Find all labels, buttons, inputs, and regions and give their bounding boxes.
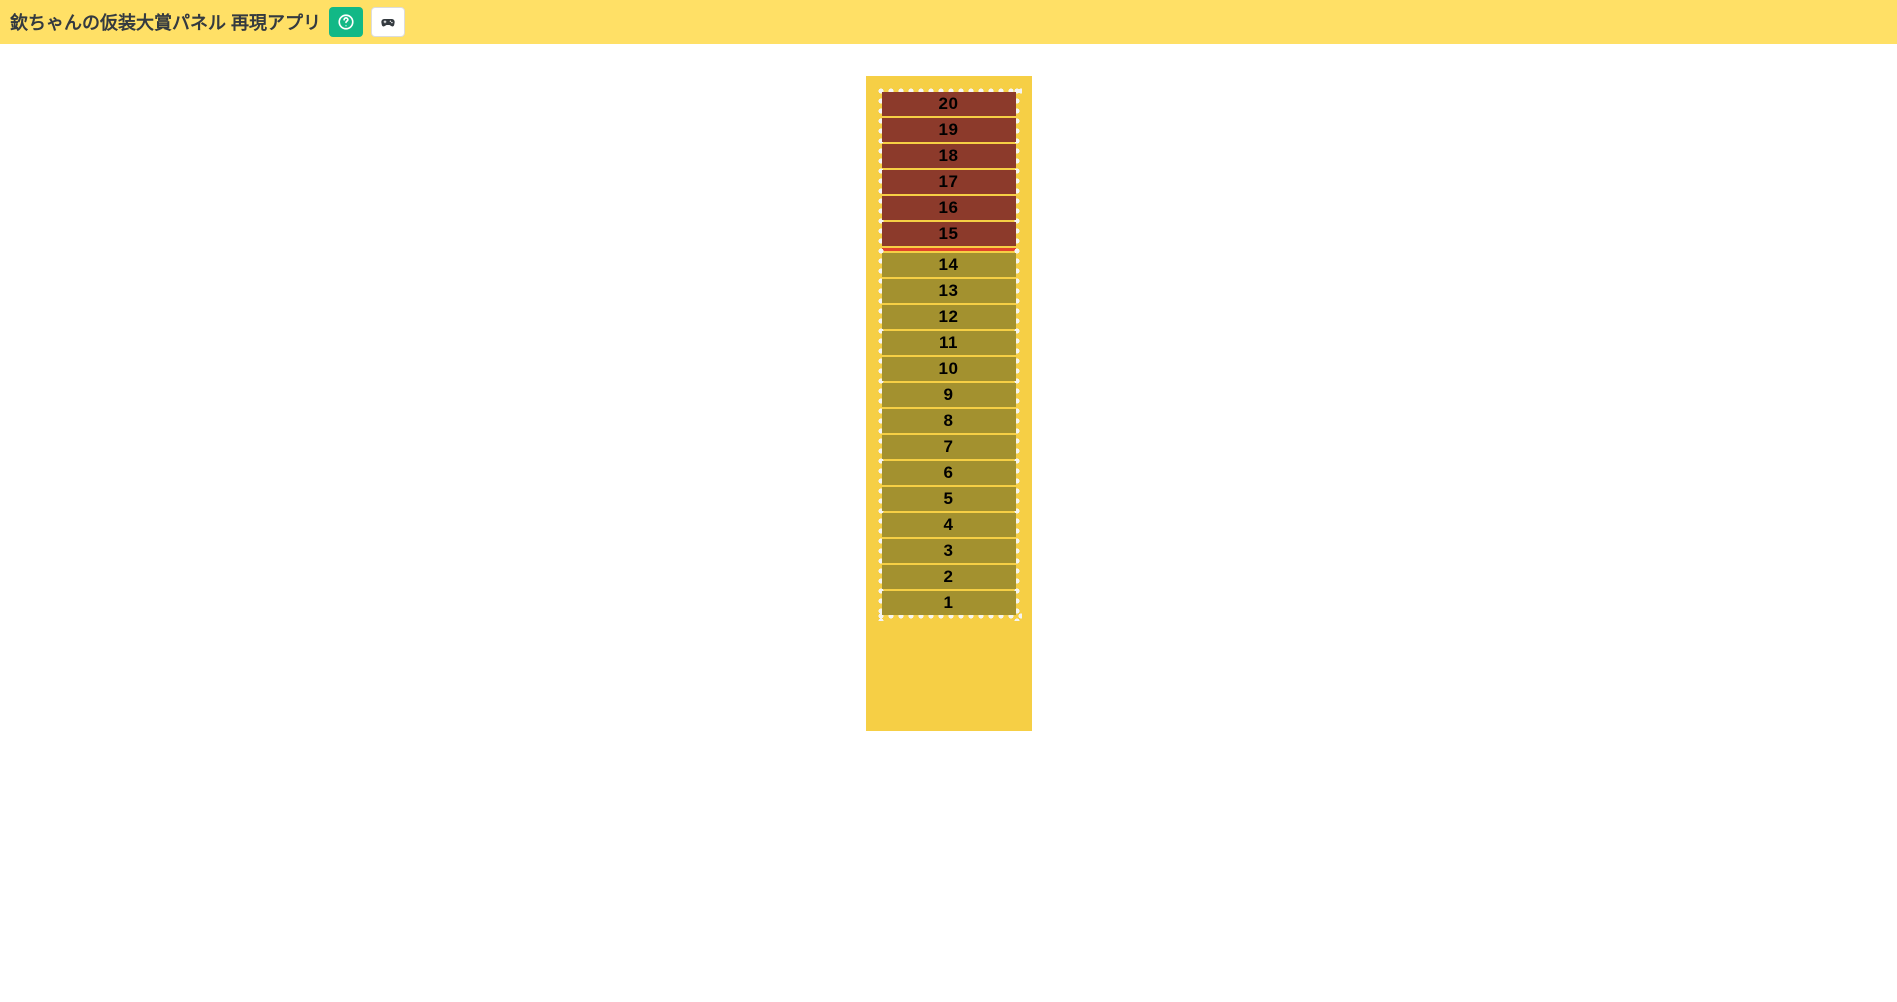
- score-panel-17[interactable]: 17: [882, 170, 1016, 194]
- gamepad-icon: [379, 13, 397, 31]
- score-panel-5[interactable]: 5: [882, 487, 1016, 511]
- score-panel-2[interactable]: 2: [882, 565, 1016, 589]
- help-button[interactable]: [329, 7, 363, 37]
- score-panel-15[interactable]: 15: [882, 222, 1016, 246]
- score-panel-3[interactable]: 3: [882, 539, 1016, 563]
- score-panel-8[interactable]: 8: [882, 409, 1016, 433]
- score-panel-7[interactable]: 7: [882, 435, 1016, 459]
- controller-button[interactable]: [371, 7, 405, 37]
- score-panel-13[interactable]: 13: [882, 279, 1016, 303]
- app-title: 欽ちゃんの仮装大賞パネル 再現アプリ: [10, 9, 321, 35]
- score-panel-20[interactable]: 20: [882, 92, 1016, 116]
- app-header: 欽ちゃんの仮装大賞パネル 再現アプリ: [0, 0, 1897, 44]
- score-panel-14[interactable]: 14: [882, 253, 1016, 277]
- dot-frame: 201918171615 1413121110987654321: [876, 86, 1022, 621]
- question-circle-icon: [337, 13, 355, 31]
- stage: 201918171615 1413121110987654321: [0, 44, 1897, 731]
- score-panel-11[interactable]: 11: [882, 331, 1016, 355]
- score-board: 201918171615 1413121110987654321: [866, 76, 1032, 731]
- score-panel-10[interactable]: 10: [882, 357, 1016, 381]
- score-panel-16[interactable]: 16: [882, 196, 1016, 220]
- score-panel-9[interactable]: 9: [882, 383, 1016, 407]
- threshold-line: [882, 248, 1016, 251]
- score-panel-4[interactable]: 4: [882, 513, 1016, 537]
- score-panels[interactable]: 201918171615 1413121110987654321: [882, 92, 1016, 615]
- score-panel-18[interactable]: 18: [882, 144, 1016, 168]
- score-panel-19[interactable]: 19: [882, 118, 1016, 142]
- score-panel-12[interactable]: 12: [882, 305, 1016, 329]
- score-panel-1[interactable]: 1: [882, 591, 1016, 615]
- score-panel-6[interactable]: 6: [882, 461, 1016, 485]
